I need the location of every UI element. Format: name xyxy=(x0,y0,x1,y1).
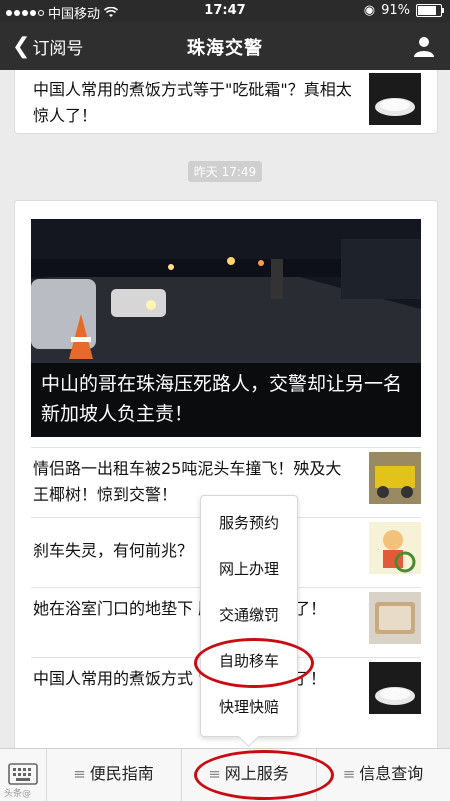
article-thumbnail xyxy=(369,522,421,574)
menu-item-self-service-car-move[interactable]: 自助移车 xyxy=(211,638,287,685)
article-title: 中国人常用的煮饭方式 "?真相太惊人了！ xyxy=(33,669,326,688)
menu-item-service-booking[interactable]: 服务预约 xyxy=(211,500,287,547)
article-thumbnail xyxy=(369,73,421,125)
menu-lines-icon: ≡ xyxy=(342,765,356,783)
menu-item-quick-claims[interactable]: 快理快赔 xyxy=(211,684,287,730)
menu-button-guide[interactable]: ≡ 便民指南 xyxy=(46,749,182,801)
menu-lines-icon: ≡ xyxy=(73,765,86,783)
watermark: 头条@ xyxy=(4,789,32,799)
article-title: 她在浴室门口的地垫下 膜，奇迹发生了！ xyxy=(33,599,327,618)
navigation-bar: ❮ 订阅号 珠海交警 xyxy=(0,22,450,70)
menu-button-label: 网上服务 xyxy=(224,764,289,783)
article-thumbnail xyxy=(369,452,421,504)
hero-article[interactable]: 中山的哥在珠海压死路人，交警却让另一名新加坡人负主责！ xyxy=(31,219,421,437)
article-title: 情侣路一出租车被25吨泥头车撞飞！殃及大王椰树！惊到交警！ xyxy=(33,459,342,504)
rotation-lock-icon: ◉ xyxy=(363,3,376,18)
menu-lines-icon: ≡ xyxy=(208,765,221,783)
menu-item-online-processing[interactable]: 网上办理 xyxy=(211,546,287,593)
person-icon xyxy=(414,37,434,57)
bottom-menu-bar: ≡ 便民指南 ≡ 网上服务 ≡ 信息查询 xyxy=(0,748,450,801)
menu-item-traffic-fines[interactable]: 交通缴罚 xyxy=(211,592,287,639)
article-title: 刹车失灵，有何前兆？ xyxy=(33,541,194,560)
status-bar: 中国移动 17:47 ◉ 91% xyxy=(0,0,450,22)
menu-button-label: 信息查询 xyxy=(359,764,424,783)
keyboard-icon xyxy=(8,763,38,785)
article-thumbnail xyxy=(369,592,421,644)
page-title: 珠海交警 xyxy=(187,38,263,59)
menu-button-info-query[interactable]: ≡ 信息查询 xyxy=(316,749,450,801)
menu-button-label: 便民指南 xyxy=(89,764,154,783)
service-submenu: 服务预约 网上办理 交通缴罚 自助移车 快理快赔 xyxy=(200,495,298,737)
timestamp-divider: 昨天 17:49 xyxy=(0,161,450,182)
battery-icon xyxy=(416,4,444,17)
hero-caption: 中山的哥在珠海压死路人，交警却让另一名新加坡人负主责！ xyxy=(31,363,421,437)
article-card-previous: 中国人常用的煮饭方式等于"吃砒霜"？真相太惊人了！ xyxy=(14,70,438,134)
menu-button-online-services[interactable]: ≡ 网上服务 xyxy=(181,749,317,801)
timestamp-label: 昨天 17:49 xyxy=(187,161,263,182)
article-title: 中国人常用的煮饭方式等于"吃砒霜"？真相太惊人了！ xyxy=(33,80,352,125)
article-thumbnail xyxy=(369,662,421,714)
battery-area: ◉ 91% xyxy=(363,3,444,18)
article-item[interactable]: 中国人常用的煮饭方式等于"吃砒霜"？真相太惊人了！ xyxy=(31,70,421,139)
profile-button[interactable] xyxy=(412,34,436,58)
battery-percent: 91% xyxy=(381,3,410,18)
